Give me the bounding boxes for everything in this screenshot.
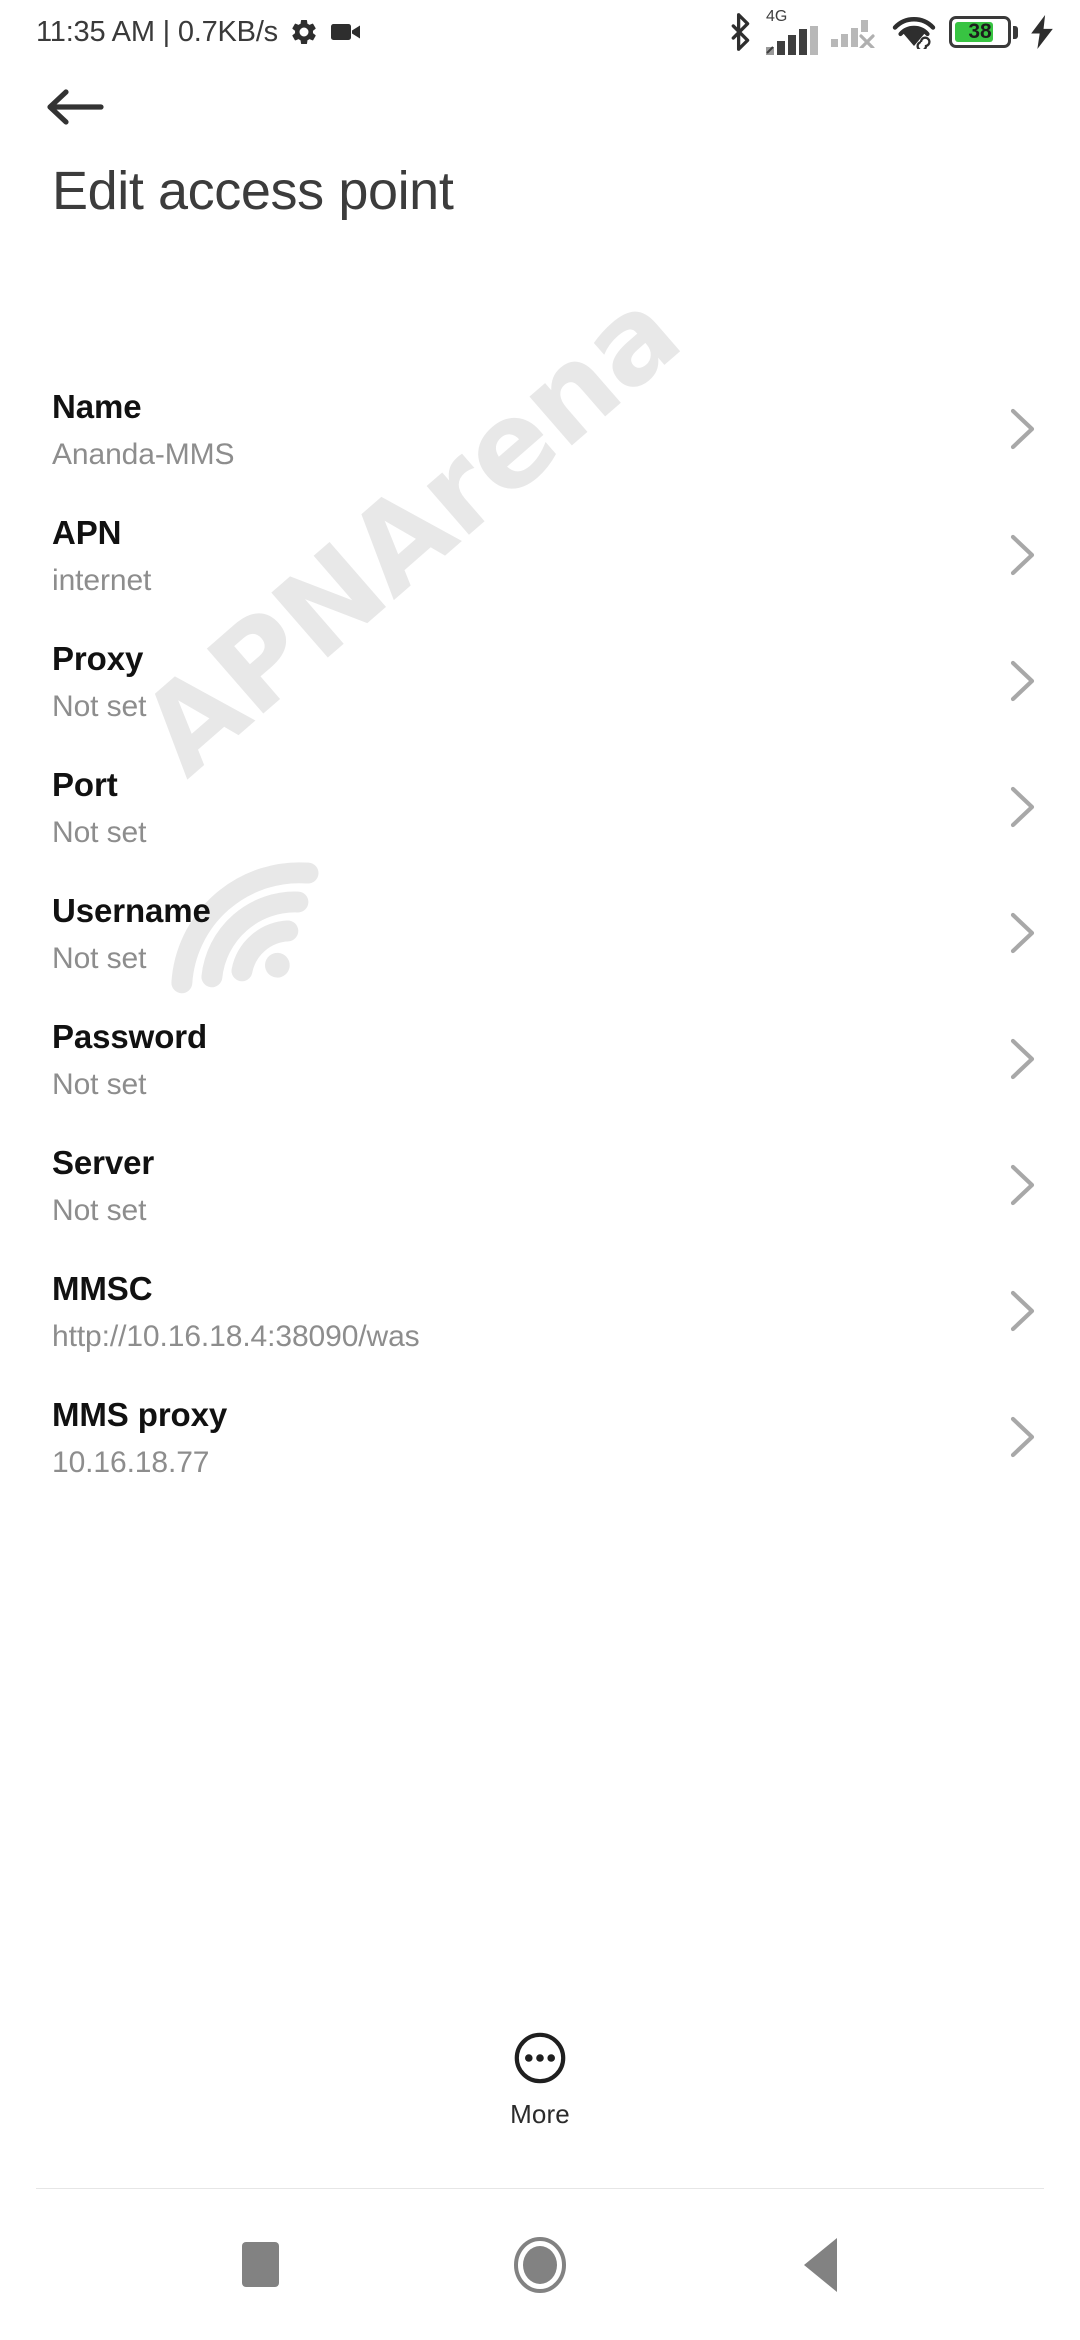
row-value: Not set <box>52 1194 147 1227</box>
chevron-right-icon <box>1010 408 1035 450</box>
back-button[interactable] <box>44 72 136 142</box>
chevron-right-icon <box>1010 1416 1035 1458</box>
row-texts: Name Ananda-MMS <box>52 388 235 471</box>
sim1-network-indicator: 4G <box>765 7 819 56</box>
wifi-icon <box>892 17 936 49</box>
chevron-right-icon <box>1010 912 1035 954</box>
row-label: Username <box>52 892 211 929</box>
row-label: Name <box>52 388 142 425</box>
chevron-right-icon <box>1010 1164 1035 1206</box>
phone-screen: 11:35 AM | 0.7KB/s 4G 38 Edit access poi… <box>0 0 1080 2340</box>
battery-level-label: 38 <box>968 20 992 43</box>
row-texts: MMS proxy 10.16.18.77 <box>52 1398 227 1478</box>
more-button[interactable]: More <box>0 2030 1080 2130</box>
nav-back-button[interactable] <box>765 2210 875 2320</box>
chevron-right-icon <box>1010 534 1035 576</box>
battery-cap <box>1013 25 1018 39</box>
chevron-right-icon <box>1010 786 1035 828</box>
row-value: Ananda-MMS <box>52 438 235 471</box>
row-label: Password <box>52 1018 208 1055</box>
status-clock-and-datarate: 11:35 AM | 0.7KB/s <box>36 15 278 48</box>
row-texts: Server Not set <box>52 1146 154 1226</box>
bluetooth-icon <box>731 13 750 51</box>
row-texts: Port Not set <box>52 768 146 848</box>
signal-bars-icon <box>766 25 818 55</box>
row-value: internet <box>52 564 152 597</box>
chevron-right-icon <box>1010 660 1035 702</box>
settings-row-proxy[interactable]: Proxy Not set <box>0 642 1080 768</box>
row-label: MMS proxy <box>52 1396 228 1433</box>
battery-icon: 38 <box>949 16 1011 48</box>
settings-row-password[interactable]: Password Not set <box>0 1020 1080 1146</box>
settings-row-mmsc[interactable]: MMSC http://10.16.18.4:38090/was <box>0 1272 1080 1398</box>
nav-recents-button[interactable] <box>205 2210 315 2320</box>
settings-row-name[interactable]: Name Ananda-MMS <box>0 390 1080 516</box>
charging-bolt-icon <box>1031 15 1053 49</box>
row-label: Server <box>52 1144 155 1181</box>
back-triangle-icon <box>803 2237 837 2292</box>
back-arrow-icon <box>47 89 104 125</box>
row-texts: Username Not set <box>52 894 211 974</box>
signal-bars-no-service-icon <box>831 20 875 48</box>
settings-row-username[interactable]: Username Not set <box>0 894 1080 1020</box>
row-value: Not set <box>52 816 147 849</box>
row-label: Proxy <box>52 640 144 677</box>
row-texts: Proxy Not set <box>52 642 146 722</box>
more-ellipsis-circle-icon <box>514 2032 566 2084</box>
page-title: Edit access point <box>52 161 454 221</box>
settings-row-mms-proxy[interactable]: MMS proxy 10.16.18.77 <box>0 1398 1080 1524</box>
battery-indicator: 38 <box>949 16 1018 48</box>
row-label: APN <box>52 514 122 551</box>
row-value: Not set <box>52 690 147 723</box>
settings-row-apn[interactable]: APN internet <box>0 516 1080 642</box>
nav-home-button[interactable] <box>485 2210 595 2320</box>
row-value: Not set <box>52 1068 147 1101</box>
network-type-label: 4G <box>766 7 788 25</box>
row-texts: Password Not set <box>52 1020 207 1100</box>
settings-list: Name Ananda-MMS APN internet Proxy Not s… <box>0 390 1080 1524</box>
gear-icon <box>292 20 316 44</box>
chevron-right-icon <box>1010 1290 1035 1332</box>
row-label: Port <box>52 766 118 803</box>
row-label: MMSC <box>52 1270 153 1307</box>
row-value: http://10.16.18.4:38090/was <box>52 1320 420 1353</box>
row-texts: MMSC http://10.16.18.4:38090/was <box>52 1272 420 1352</box>
row-value: 10.16.18.77 <box>52 1446 210 1479</box>
settings-row-server[interactable]: Server Not set <box>0 1146 1080 1272</box>
more-label: More <box>510 2099 570 2129</box>
status-bar-right: 4G 38 <box>727 7 1054 56</box>
chevron-right-icon <box>1010 1038 1035 1080</box>
row-value: Not set <box>52 942 147 975</box>
settings-row-port[interactable]: Port Not set <box>0 768 1080 894</box>
recents-square-icon <box>241 2242 279 2287</box>
status-bar: 11:35 AM | 0.7KB/s 4G 38 <box>0 0 1080 64</box>
home-circle-icon <box>514 2236 566 2293</box>
navigation-bar <box>0 2189 1080 2340</box>
video-camera-icon <box>330 24 360 40</box>
row-texts: APN internet <box>52 516 151 596</box>
status-bar-left: 11:35 AM | 0.7KB/s <box>36 16 364 49</box>
